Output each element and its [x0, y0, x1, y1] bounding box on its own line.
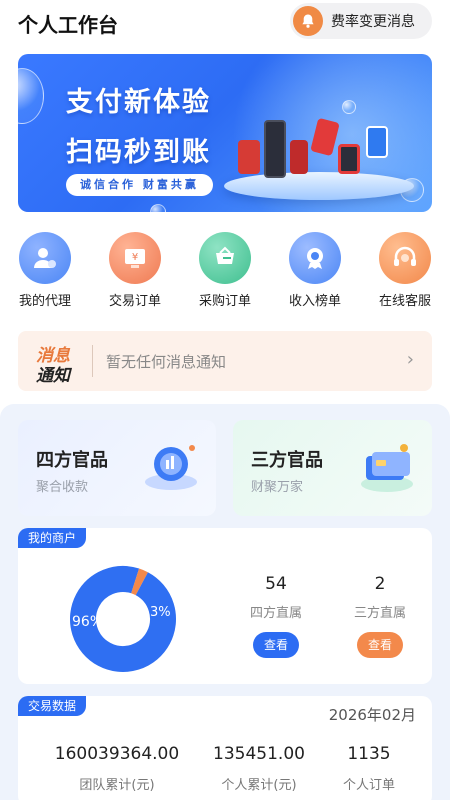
product-subtitle: 聚合收款 [36, 480, 89, 495]
trade-data-panel: 交易数据 2026年02月 160039364.00 团队累计(元) 13545… [18, 696, 432, 800]
four-party-count: 54 [265, 574, 287, 594]
action-online-service[interactable]: 在线客服 [370, 232, 440, 309]
product-subtitle: 财聚万家 [251, 480, 304, 495]
product-title: 四方官品 [36, 450, 108, 471]
three-party-count: 2 [374, 574, 386, 594]
banner-headline-2: 扫码秒到账 [66, 137, 211, 168]
headset-icon [379, 232, 431, 284]
bubble-decoration [150, 204, 166, 212]
four-party-label: 四方直属 [249, 606, 302, 621]
quick-actions: 我的代理 ¥ 交易订单 采购订单 收入榜单 在线客服 [0, 232, 450, 312]
banner-headline-1: 支付新体验 [66, 87, 211, 118]
notice-text: 暂无任何消息通知 [106, 353, 227, 371]
qr-stand-icon [238, 140, 260, 174]
order-icon: ¥ [109, 232, 161, 284]
cart-icon [199, 232, 251, 284]
rate-notice-label: 费率变更消息 [331, 14, 415, 30]
banner-slogan: 诚信合作 财富共赢 [66, 174, 213, 196]
merchant-donut-chart: 96% 3% [69, 566, 176, 673]
svg-text:¥: ¥ [132, 252, 138, 263]
personal-total-label: 个人累计(元) [221, 778, 297, 793]
bubble-decoration [18, 68, 44, 124]
device-stage [224, 172, 414, 200]
product-card-three-party[interactable]: 三方官品 财聚万家 [233, 420, 432, 516]
notice-logo-bottom: 通知 [36, 366, 70, 386]
promo-banner[interactable]: 支付新体验 扫码秒到账 诚信合作 财富共赢 [18, 54, 432, 212]
action-income-ranking[interactable]: 收入榜单 [280, 232, 350, 309]
view-four-party-button[interactable]: 查看 [253, 632, 299, 658]
action-label: 收入榜单 [288, 294, 341, 309]
product-title: 三方官品 [251, 450, 323, 471]
pos-terminal-icon [264, 120, 286, 178]
three-party-label: 三方直属 [353, 606, 406, 621]
globe-chart-icon [142, 438, 200, 496]
bell-icon [293, 6, 323, 36]
header: 个人工作台 费率变更消息 [0, 0, 450, 44]
team-total-value: 160039364.00 [54, 744, 180, 764]
donut-label-minor: 3% [150, 605, 171, 620]
trade-month-selector[interactable]: 2026年02月 [329, 704, 416, 725]
chevron-right-icon: › [406, 349, 414, 370]
action-purchase-orders[interactable]: 采购订单 [190, 232, 260, 309]
action-transaction-orders[interactable]: ¥ 交易订单 [100, 232, 170, 309]
notice-bar[interactable]: 消息 通知 暂无任何消息通知 › [18, 331, 432, 391]
donut-label-main: 96% [72, 614, 103, 630]
merchant-tag: 我的商户 [18, 528, 87, 548]
product-card-four-party[interactable]: 四方官品 聚合收款 [18, 420, 216, 516]
action-my-agent[interactable]: 我的代理 [10, 232, 80, 309]
rate-notice-button[interactable]: 费率变更消息 [290, 3, 432, 39]
agent-icon [19, 232, 71, 284]
notice-divider [92, 345, 93, 377]
merchant-panel: 我的商户 96% 3% 54 四方直属 查看 2 三方直属 查看 [18, 528, 432, 684]
qr-stand-icon [338, 144, 360, 174]
action-label: 交易订单 [108, 294, 161, 309]
view-three-party-button[interactable]: 查看 [357, 632, 403, 658]
personal-total-value: 135451.00 [213, 744, 305, 764]
action-label: 采购订单 [198, 294, 251, 309]
personal-orders-value: 1135 [347, 744, 391, 764]
action-label: 我的代理 [18, 294, 71, 309]
action-label: 在线客服 [378, 294, 431, 309]
workbench-page: 个人工作台 费率变更消息 支付新体验 扫码秒到账 诚信合作 财富共赢 我的代理 … [0, 0, 450, 800]
trade-tag: 交易数据 [18, 696, 87, 716]
team-total-label: 团队累计(元) [79, 778, 155, 793]
card-reader-icon [290, 140, 308, 174]
page-title: 个人工作台 [18, 13, 118, 37]
bubble-decoration [342, 100, 356, 114]
card-wallet-icon [358, 438, 416, 496]
personal-orders-label: 个人订单 [342, 778, 395, 793]
ranking-icon [289, 232, 341, 284]
qr-stand-icon [366, 126, 388, 158]
